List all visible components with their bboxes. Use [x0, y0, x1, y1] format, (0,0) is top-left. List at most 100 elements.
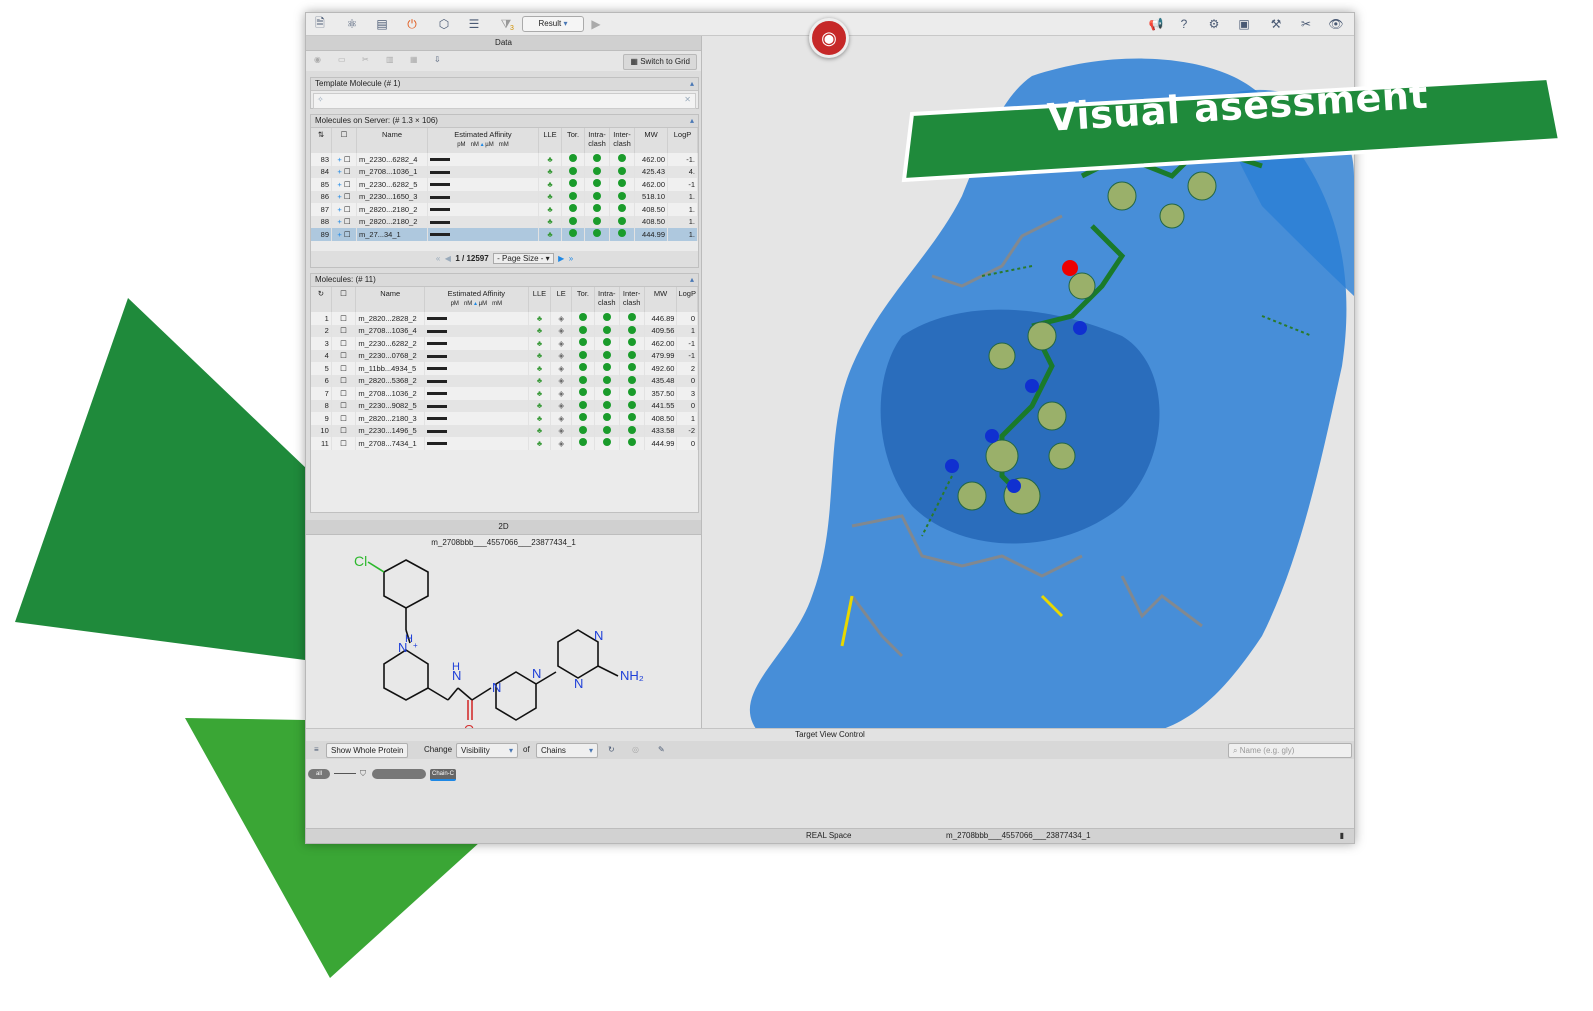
table-row[interactable]: 7 ☐ m_2708...1036_2 ♣ ◈ 357.50 3 — [311, 387, 698, 400]
chip-all[interactable]: all — [308, 769, 330, 779]
save-icon[interactable]: ▭ — [338, 55, 346, 64]
prev-page-icon[interactable]: ◀ — [445, 254, 451, 263]
table-row[interactable]: 1 ☐ m_2820...2828_2 ♣ ◈ 446.89 0 — [311, 312, 698, 325]
col-intra[interactable]: Intra-clash — [594, 287, 620, 312]
row-controls[interactable]: ☐ — [331, 387, 357, 400]
molecule-add-icon[interactable]: ⚛ — [344, 16, 360, 32]
table-row[interactable]: 86 + ☐ m_2230...1650_3 ♣ 518.10 1. — [311, 190, 698, 203]
chip-chain-c[interactable]: Chain-C — [430, 769, 456, 781]
add-icon[interactable]: + — [337, 192, 341, 201]
table-row[interactable]: 87 + ☐ m_2820...2180_2 ♣ 408.50 1. — [311, 203, 698, 216]
chat-icon[interactable]: ▮ — [1340, 829, 1344, 843]
add-icon[interactable]: + — [337, 217, 341, 226]
col-name[interactable]: Name — [355, 287, 426, 312]
table-row[interactable]: 10 ☐ m_2230...1496_5 ♣ ◈ 433.58 -2 — [311, 424, 698, 437]
row-checkbox[interactable]: ☐ — [340, 364, 347, 373]
row-checkbox[interactable]: ☐ — [340, 389, 347, 398]
add-icon[interactable]: + — [337, 230, 341, 239]
col-affinity[interactable]: Estimated Affinity pM nM ▴ µM mM — [424, 287, 529, 312]
caret-up-icon[interactable]: ▴ — [690, 274, 694, 286]
row-controls[interactable]: ☐ — [331, 362, 357, 375]
col-le[interactable]: LE — [550, 287, 573, 312]
row-controls[interactable]: + ☐ — [331, 153, 357, 166]
table-row[interactable]: 2 ☐ m_2708...1036_4 ♣ ◈ 409.56 1 — [311, 324, 698, 337]
table-row[interactable]: 83 + ☐ m_2230...6282_4 ♣ 462.00 -1. — [311, 153, 698, 166]
molecule-name[interactable]: m_2708...1036_2 — [355, 387, 426, 400]
molecule-name[interactable]: m_2230...6282_2 — [355, 337, 426, 350]
table-row[interactable]: 9 ☐ m_2820...2180_3 ♣ ◈ 408.50 1 — [311, 412, 698, 425]
brush-icon[interactable]: ✎ — [658, 743, 665, 756]
table-row[interactable]: 8 ☐ m_2230...9082_5 ♣ ◈ 441.55 0 — [311, 399, 698, 412]
molecule-name[interactable]: m_27...34_1 — [356, 228, 428, 241]
wrench-cross-icon[interactable]: ✂ — [1298, 16, 1314, 32]
row-checkbox[interactable]: ☐ — [344, 155, 351, 164]
scissors-icon[interactable]: ✂ — [362, 55, 369, 64]
announcement-icon[interactable]: 📢 — [1148, 16, 1164, 32]
molecule-name[interactable]: m_2820...5368_2 — [355, 374, 426, 387]
refresh-icon[interactable]: ↻ — [311, 287, 332, 312]
row-controls[interactable]: + ☐ — [331, 228, 357, 241]
row-checkbox[interactable]: ☐ — [344, 230, 351, 239]
molecule-name[interactable]: m_2230...0768_2 — [355, 349, 426, 362]
next-page-icon[interactable]: ▶ — [558, 254, 564, 263]
visibility-dropdown[interactable]: Visibility ▾ — [456, 743, 518, 758]
table-row[interactable]: 11 ☐ m_2708...7434_1 ♣ ◈ 444.99 0 — [311, 437, 698, 450]
table-row[interactable]: 88 + ☐ m_2820...2180_2 ♣ 408.50 1. — [311, 215, 698, 228]
power-icon[interactable]: ⏻ — [404, 16, 420, 32]
row-checkbox[interactable]: ☐ — [340, 426, 347, 435]
col-mw[interactable]: MW — [634, 128, 668, 153]
show-whole-protein-button[interactable]: Show Whole Protein — [326, 743, 409, 758]
row-checkbox[interactable]: ☐ — [340, 326, 347, 335]
first-page-icon[interactable]: « — [436, 254, 440, 263]
row-controls[interactable]: ☐ — [331, 399, 357, 412]
table-row[interactable]: 85 + ☐ m_2230...6282_5 ♣ 462.00 -1 — [311, 178, 698, 191]
row-controls[interactable]: ☐ — [331, 349, 357, 362]
document-icon[interactable]: 🗎 — [312, 16, 328, 32]
molecule-name[interactable]: m_2820...2180_2 — [356, 203, 428, 216]
row-checkbox[interactable]: ☐ — [344, 205, 351, 214]
page-size-dropdown[interactable]: - Page Size - ▾ — [493, 253, 554, 264]
row-checkbox[interactable]: ☐ — [340, 401, 347, 410]
row-controls[interactable]: ☐ — [331, 324, 357, 337]
row-checkbox[interactable]: ☐ — [340, 439, 347, 448]
table-row[interactable]: 4 ☐ m_2230...0768_2 ♣ ◈ 479.99 -1 — [311, 349, 698, 362]
row-checkbox[interactable]: ☐ — [344, 217, 351, 226]
add-icon[interactable]: + — [337, 155, 341, 164]
select-all-checkbox[interactable]: ☐ — [331, 128, 357, 153]
chains-dropdown[interactable]: Chains ▾ — [536, 743, 598, 758]
table-row[interactable]: 3 ☐ m_2230...6282_2 ♣ ◈ 462.00 -1 — [311, 337, 698, 350]
chain-segment[interactable] — [372, 769, 426, 779]
add-icon[interactable]: + — [337, 205, 341, 214]
col-logp[interactable]: LogP — [676, 287, 698, 312]
residue-search-input[interactable]: ⌕ Name (e.g. gly) — [1228, 743, 1352, 758]
molecule-name[interactable]: m_2230...6282_5 — [356, 178, 428, 191]
molecule-name[interactable]: m_2230...9082_5 — [355, 399, 426, 412]
last-page-icon[interactable]: » — [569, 254, 573, 263]
switch-to-grid-button[interactable]: ▦ Switch to Grid — [623, 54, 697, 70]
eye-settings-icon[interactable]: 👁 — [1328, 16, 1344, 32]
close-icon[interactable]: ✕ — [684, 95, 691, 104]
row-controls[interactable]: ☐ — [331, 412, 357, 425]
col-lle[interactable]: LLE — [528, 287, 552, 312]
play-icon[interactable]: ▶ — [588, 16, 604, 32]
table-row[interactable]: 6 ☐ m_2820...5368_2 ♣ ◈ 435.48 0 — [311, 374, 698, 387]
gear-icon[interactable]: ⚙ — [1206, 16, 1222, 32]
table-row[interactable]: 84 + ☐ m_2708...1036_1 ♣ 425.43 4. — [311, 165, 698, 178]
row-checkbox[interactable]: ☐ — [340, 376, 347, 385]
row-checkbox[interactable]: ☐ — [340, 339, 347, 348]
col-inter[interactable]: Inter-clash — [619, 287, 645, 312]
caret-up-icon[interactable]: ▴ — [690, 115, 694, 127]
row-checkbox[interactable]: ☐ — [340, 351, 347, 360]
col-logp[interactable]: LogP — [667, 128, 698, 153]
result-dropdown[interactable]: Result ▾ — [522, 16, 584, 32]
col-intra[interactable]: Intra-clash — [584, 128, 610, 153]
col-mw[interactable]: MW — [644, 287, 678, 312]
row-controls[interactable]: ☐ — [331, 337, 357, 350]
template-input[interactable]: ✧ ✕ — [313, 93, 696, 109]
row-controls[interactable]: + ☐ — [331, 215, 357, 228]
add-icon[interactable]: + — [337, 167, 341, 176]
caret-up-icon[interactable]: ▴ — [690, 78, 694, 90]
col-name[interactable]: Name — [356, 128, 428, 153]
row-checkbox[interactable]: ☐ — [344, 167, 351, 176]
monitor-icon[interactable]: ▣ — [1236, 16, 1252, 32]
